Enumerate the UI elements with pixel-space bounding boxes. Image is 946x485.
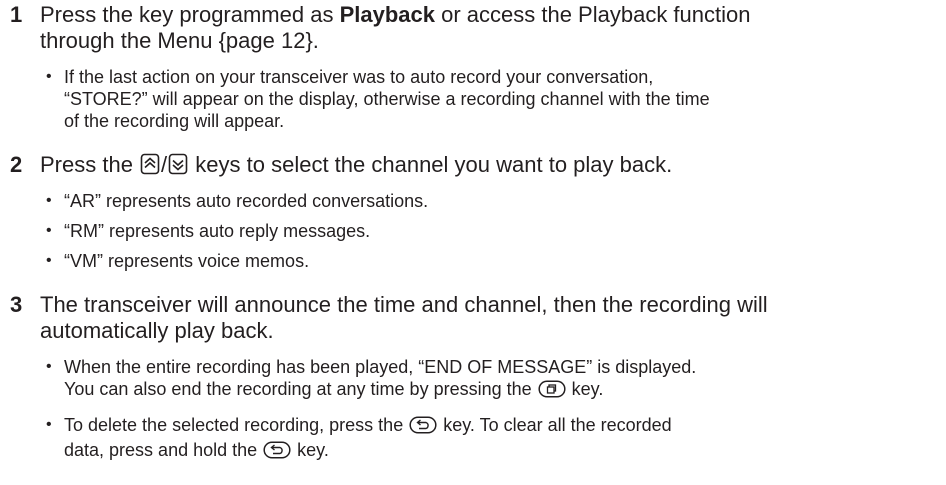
- bullet-line: If the last action on your transceiver w…: [64, 67, 654, 87]
- bullet-line: To delete the selected recording, press …: [64, 415, 409, 435]
- step-number: 3: [10, 292, 23, 317]
- playback-keyword: Playback: [339, 2, 435, 27]
- step-text-part: Press the key programmed as: [40, 2, 340, 27]
- step-text: The transceiver will announce the time a…: [40, 292, 920, 344]
- up-arrow-key-icon: [140, 153, 160, 181]
- step-number: 1: [10, 2, 23, 27]
- bullet-line: You can also end the recording at any ti…: [64, 379, 537, 399]
- bullet-line: When the entire recording has been playe…: [64, 357, 697, 377]
- step-text: Press the / keys to select the channel y…: [40, 152, 920, 181]
- bullet-dot: •: [46, 192, 52, 209]
- key-separator: /: [161, 152, 168, 177]
- step-text-part: The transceiver will announce the time a…: [40, 292, 768, 317]
- bullet-text: When the entire recording has been playe…: [64, 356, 944, 403]
- bullet-line: key.: [566, 379, 604, 399]
- step-text: Press the key programmed as Playback or …: [40, 2, 920, 54]
- step-text-part: Press the: [40, 152, 140, 177]
- bullet-dot: •: [46, 416, 52, 433]
- bullet-line: “STORE?” will appear on the display, oth…: [64, 89, 710, 109]
- step-text-part: keys to select the channel you want to p…: [189, 152, 673, 177]
- step-text-part: or access the Playback function: [434, 2, 751, 27]
- bullet-dot: •: [46, 252, 52, 269]
- step-number: 2: [10, 152, 23, 177]
- bullet-line: data, press and hold the: [64, 440, 263, 460]
- bullet-text: “AR” represents auto recorded conversati…: [64, 191, 429, 211]
- bullet-line: key.: [292, 440, 329, 460]
- step-text-part: through the Menu {page 12}.: [40, 28, 319, 53]
- bullet-line: of the recording will appear.: [64, 111, 285, 131]
- back-key-icon: [263, 441, 291, 464]
- down-arrow-key-icon: [168, 153, 188, 181]
- bullet-dot: •: [46, 68, 52, 85]
- manual-page: 1 Press the key programmed as Playback o…: [0, 0, 946, 485]
- back-key-icon: [409, 416, 437, 439]
- bullet-text: “RM” represents auto reply messages.: [64, 221, 371, 241]
- bullet-text: If the last action on your transceiver w…: [64, 66, 944, 132]
- step-text-part: automatically play back.: [40, 318, 274, 343]
- bullet-text: To delete the selected recording, press …: [64, 414, 944, 464]
- bullet-text: “VM” represents voice memos.: [64, 251, 310, 271]
- bullet-dot: •: [46, 222, 52, 239]
- bullet-dot: •: [46, 358, 52, 375]
- bullet-line: key. To clear all the recorded: [438, 415, 672, 435]
- menu-key-icon: [538, 380, 566, 403]
